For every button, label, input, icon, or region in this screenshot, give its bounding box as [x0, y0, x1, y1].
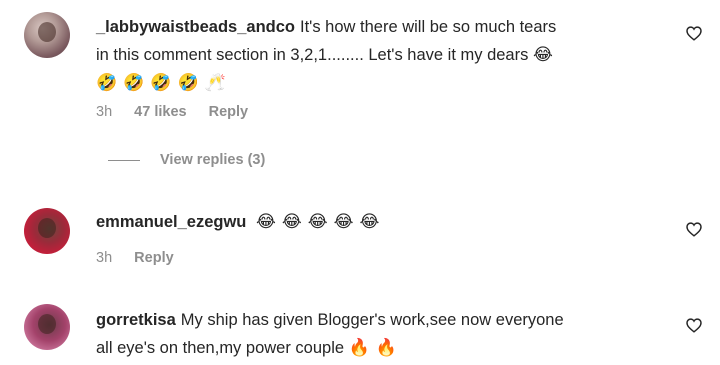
heart-outline-icon[interactable] — [686, 222, 702, 237]
view-replies-button[interactable]: View replies (3) — [108, 152, 265, 168]
avatar[interactable] — [24, 208, 70, 254]
comment-text: _labbywaistbeads_andco It's how there wil… — [96, 13, 559, 97]
comment-username[interactable]: _labbywaistbeads_andco — [96, 18, 295, 36]
laughing-emoji: 😂 — [333, 212, 354, 231]
heart-outline-icon[interactable] — [686, 318, 702, 333]
avatar[interactable] — [24, 304, 70, 350]
laughing-emoji: 😂 — [532, 45, 553, 64]
comment-username[interactable]: emmanuel_ezegwu — [96, 213, 246, 231]
comment-text: emmanuel_ezegwu 😂 😂 😂 😂 😂 — [96, 208, 385, 236]
avatar[interactable] — [24, 12, 70, 58]
view-replies-label: View replies (3) — [160, 152, 266, 168]
comment-username[interactable]: gorretkisa — [96, 311, 176, 329]
comment-meta: 3h 47 likes Reply — [96, 104, 266, 120]
reply-button[interactable]: Reply — [209, 104, 249, 120]
comment-time: 3h — [96, 104, 113, 120]
comment-text-line2: all eye's on then,my power couple — [96, 339, 345, 357]
comment-meta: 3h Reply — [96, 250, 192, 266]
comment-text-line1: My ship has given Blogger's work,see now… — [180, 311, 564, 329]
likes-count[interactable]: 47 likes — [134, 104, 186, 120]
view-replies-divider — [108, 159, 140, 161]
clinking-glasses-emoji: 🥂 — [204, 73, 226, 92]
rofl-emoji: 🤣 — [123, 73, 145, 92]
rofl-emoji: 🤣 — [177, 73, 199, 92]
laughing-emoji: 😂 — [307, 212, 328, 231]
laughing-emoji: 😂 — [281, 212, 302, 231]
comment-time: 3h — [96, 250, 113, 266]
fire-emoji: 🔥 — [375, 338, 397, 357]
heart-outline-icon[interactable] — [686, 26, 702, 41]
comment-text: gorretkisa My ship has given Blogger's wo… — [96, 306, 564, 362]
comment-text-line1: It's how there will be so much tears — [300, 18, 557, 36]
fire-emoji: 🔥 — [348, 338, 370, 357]
rofl-emoji: 🤣 — [96, 73, 118, 92]
reply-button[interactable]: Reply — [134, 250, 174, 266]
comment-text-line2: in this comment section in 3,2,1........… — [96, 46, 529, 64]
laughing-emoji: 😂 — [255, 212, 276, 231]
laughing-emoji: 😂 — [359, 212, 380, 231]
rofl-emoji: 🤣 — [150, 73, 172, 92]
